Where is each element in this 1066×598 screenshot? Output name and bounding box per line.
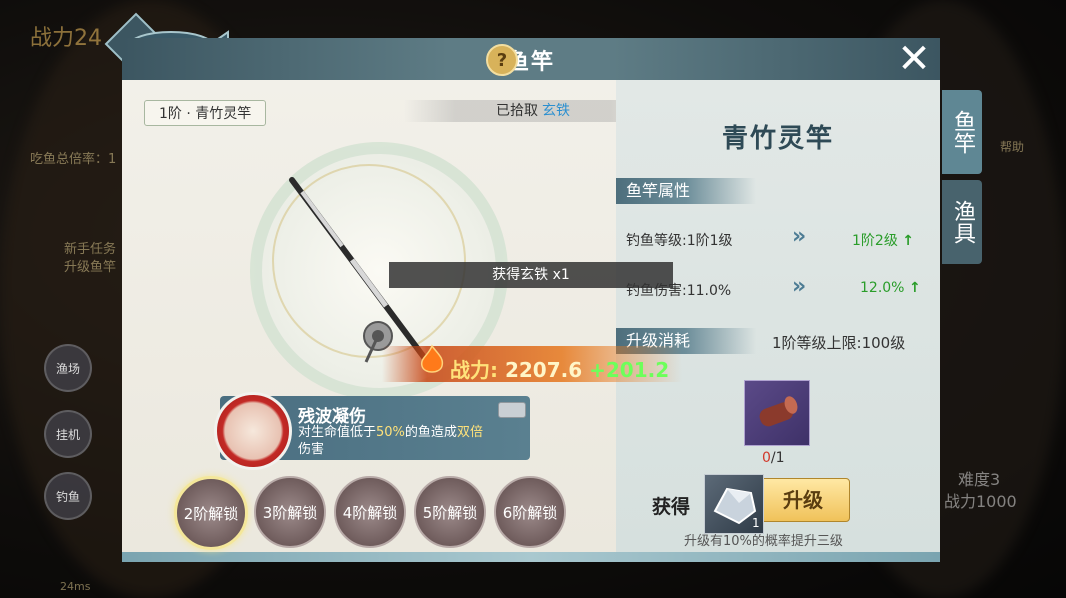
help-text[interactable]: 帮助 — [1000, 138, 1024, 155]
attr-header: 鱼竿属性 — [616, 178, 756, 204]
panel-title: 鱼竿 — [506, 50, 555, 75]
unlock-stage-6[interactable]: 6阶解锁 — [494, 476, 566, 548]
flame-icon — [420, 344, 444, 373]
unlock-stage-2[interactable]: 2阶解锁 — [174, 476, 248, 550]
level-limit: 1阶等级上限:100级 — [772, 334, 906, 352]
picked-item: 玄铁 — [542, 103, 570, 119]
bottom-strip — [122, 552, 940, 562]
stage-tag: 1阶 · 青竹灵竿 — [144, 100, 267, 126]
skill-desc: 对生命值低于50%的鱼造成双倍 伤害 — [298, 425, 483, 457]
obtain-count: 1 — [752, 516, 760, 530]
title-bar: 鱼竿 ? ✕ — [122, 38, 940, 81]
rod-name: 青竹灵竿 — [721, 124, 834, 154]
rod-detail-area: 青竹灵竿 鱼竿属性 钓鱼等级:1阶1级 » 1阶2级 ↑ 钓鱼伤害:11.0% … — [616, 80, 940, 552]
difficulty-power-text: 战力1000 — [944, 492, 1017, 511]
material-slot[interactable] — [744, 380, 810, 446]
skill-fish-icon[interactable] — [214, 392, 292, 470]
up-arrow-icon: ↑ — [908, 280, 921, 296]
close-button[interactable]: ✕ — [894, 39, 934, 79]
unlock-stage-4[interactable]: 4阶解锁 — [334, 476, 406, 548]
fishing-button[interactable]: 钓鱼 — [44, 472, 92, 520]
hud-stat: 吃鱼总倍率：1 — [30, 152, 117, 167]
upgrade-button[interactable]: 升级 — [756, 478, 850, 522]
attr-level-label: 钓鱼等级:1阶1级 — [626, 233, 733, 249]
help-icon[interactable]: ? — [486, 44, 518, 76]
hud-power: 战力24 — [30, 26, 102, 51]
difficulty-text: 难度3 — [958, 470, 1001, 489]
attr-damage-next: 12.0% ↑ — [860, 280, 921, 296]
arrow-icon: » — [792, 274, 807, 299]
up-arrow-icon: ↑ — [902, 233, 915, 249]
power-text: 战力: 2207.6 +201.2 — [450, 358, 670, 382]
obtain-toast: 获得玄铁 x1 — [389, 262, 673, 288]
hud-activity-sub: 升级鱼竿 — [64, 260, 117, 275]
obtain-label: 获得 — [652, 496, 691, 518]
material-count: 0/1 — [762, 450, 785, 466]
unlock-stage-3[interactable]: 3阶解锁 — [254, 476, 326, 548]
tab-rod[interactable]: 鱼竿 — [942, 90, 982, 174]
wood-log-icon — [759, 396, 798, 427]
attr-level-next: 1阶2级 ↑ — [852, 233, 915, 249]
tab-gear[interactable]: 渔具 — [942, 180, 982, 264]
fishing-ground-button[interactable]: 渔场 — [44, 344, 92, 392]
arrow-icon: » — [792, 224, 807, 249]
picked-label: 已拾取 — [496, 103, 538, 119]
ping-text: 24ms — [60, 580, 91, 593]
unlock-stage-5[interactable]: 5阶解锁 — [414, 476, 486, 548]
idle-button[interactable]: 挂机 — [44, 410, 92, 458]
hud-activity: 新手任务 — [64, 242, 117, 257]
lock-icon — [498, 402, 526, 418]
